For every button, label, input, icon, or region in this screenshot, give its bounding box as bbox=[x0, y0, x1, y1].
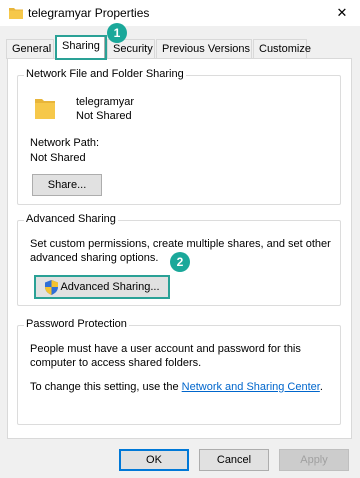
sharing-tab-highlight bbox=[55, 35, 107, 60]
network-sharing-center-link[interactable]: Network and Sharing Center bbox=[182, 381, 320, 393]
group-title-network-sharing: Network File and Folder Sharing bbox=[24, 68, 186, 80]
ok-button[interactable]: OK bbox=[119, 449, 189, 471]
folder-name: telegramyar bbox=[76, 96, 135, 108]
password-protection-line-2: computer to access shared folders. bbox=[30, 357, 202, 369]
step-2-badge: 2 bbox=[170, 252, 190, 272]
folder-icon bbox=[9, 7, 23, 22]
change-setting-text: To change this setting, use the Network … bbox=[30, 381, 323, 393]
share-status: Not Shared bbox=[76, 110, 132, 122]
advanced-sharing-description-2: advanced sharing options. bbox=[30, 252, 159, 264]
advanced-sharing-button[interactable]: Advanced Sharing... bbox=[34, 275, 170, 299]
password-protection-line-1: People must have a user account and pass… bbox=[30, 343, 301, 355]
cancel-button[interactable]: Cancel bbox=[199, 449, 269, 471]
tab-customize[interactable]: Customize bbox=[253, 39, 311, 59]
network-path-value: Not Shared bbox=[30, 152, 86, 164]
network-sharing-group: Network File and Folder Sharing telegram… bbox=[17, 68, 341, 205]
step-1-badge: 1 bbox=[107, 23, 127, 43]
uac-shield-icon bbox=[45, 280, 58, 302]
close-button[interactable]: ✕ bbox=[324, 0, 360, 26]
advanced-sharing-button-label: Advanced Sharing... bbox=[60, 281, 160, 293]
password-protection-group: Password Protection People must have a u… bbox=[17, 318, 341, 425]
group-title-advanced-sharing: Advanced Sharing bbox=[24, 213, 118, 225]
tab-previous-versions[interactable]: Previous Versions bbox=[156, 39, 252, 59]
close-icon: ✕ bbox=[336, 5, 348, 20]
window-title: telegramyar Properties bbox=[28, 6, 150, 20]
group-title-password-protection: Password Protection bbox=[24, 318, 129, 330]
change-setting-prefix: To change this setting, use the bbox=[30, 381, 182, 393]
tab-general[interactable]: General bbox=[6, 39, 54, 59]
share-button[interactable]: Share... bbox=[32, 174, 102, 196]
sharing-panel: Network File and Folder Sharing telegram… bbox=[7, 58, 352, 439]
network-path-label: Network Path: bbox=[30, 137, 100, 149]
advanced-sharing-description-1: Set custom permissions, create multiple … bbox=[30, 238, 331, 250]
apply-button[interactable]: Apply bbox=[279, 449, 349, 471]
title-bar: telegramyar Properties ✕ bbox=[0, 0, 360, 26]
shared-folder-icon bbox=[34, 96, 56, 123]
change-setting-suffix: . bbox=[319, 381, 323, 393]
